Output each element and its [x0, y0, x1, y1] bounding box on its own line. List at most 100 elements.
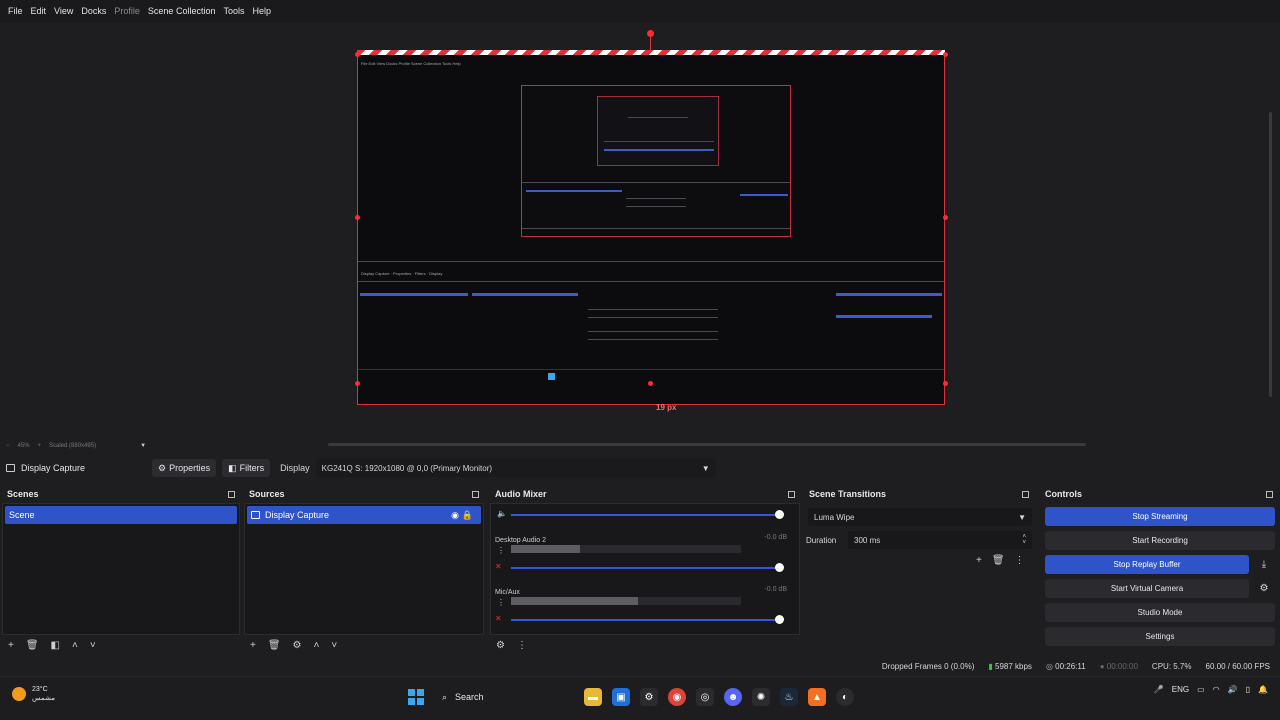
- move-up-icon[interactable]: ˄: [314, 640, 320, 651]
- vertical-scrollbar[interactable]: [1269, 112, 1272, 397]
- resize-handle[interactable]: [355, 215, 360, 220]
- chrome-icon[interactable]: ◉: [668, 688, 686, 706]
- undock-icon[interactable]: [1022, 490, 1029, 498]
- discord-icon[interactable]: ☻: [724, 688, 742, 706]
- scene-item[interactable]: Scene: [5, 506, 237, 524]
- volume-knob[interactable]: [775, 510, 784, 519]
- source-item[interactable]: Display Capture ◉ 🔒: [247, 506, 481, 524]
- language-indicator[interactable]: ENG: [1172, 685, 1189, 694]
- taskbar: 23°C مشمس ⌕ Search ▬ ▣ ⚙ ◉ ◎ ☻ ✺ ♨ ▲ ◐ 🎤…: [0, 676, 1280, 720]
- scenes-list: Scene: [2, 503, 240, 635]
- speaker-icon[interactable]: 🔈: [497, 509, 507, 518]
- windows-start-icon[interactable]: [408, 689, 424, 705]
- store-icon[interactable]: ▣: [612, 688, 630, 706]
- resize-handle[interactable]: [943, 381, 948, 386]
- battery-icon[interactable]: ▯: [1246, 685, 1250, 694]
- mute-icon[interactable]: ✕: [495, 614, 504, 623]
- menu-tools[interactable]: Tools: [219, 0, 248, 22]
- transitions-title-bar: Scene Transitions: [804, 487, 1034, 501]
- transition-select[interactable]: Luma Wipe ▼: [808, 508, 1032, 526]
- monitor-icon[interactable]: ▭: [1197, 685, 1205, 694]
- volume-slider[interactable]: [511, 514, 781, 516]
- preview-canvas[interactable]: File Edit View Docks Profile Scene Colle…: [0, 22, 1280, 440]
- resize-handle[interactable]: [648, 381, 653, 386]
- app-icon[interactable]: ✺: [752, 688, 770, 706]
- menu-docks[interactable]: Docks: [77, 0, 110, 22]
- filter-icon[interactable]: ◧: [51, 640, 60, 651]
- filters-button[interactable]: ◧ Filters: [222, 459, 271, 477]
- trash-icon[interactable]: 🗑: [992, 555, 1005, 566]
- gear-icon[interactable]: ⚙: [293, 640, 302, 651]
- menu-edit[interactable]: Edit: [27, 0, 51, 22]
- display-select[interactable]: KG241Q S: 1920x1080 @ 0,0 (Primary Monit…: [315, 459, 716, 477]
- add-icon[interactable]: +: [250, 640, 256, 651]
- mute-icon[interactable]: ✕: [495, 562, 504, 571]
- resize-handle[interactable]: [355, 381, 360, 386]
- add-icon[interactable]: +: [8, 640, 14, 651]
- undock-icon[interactable]: [788, 490, 795, 498]
- zoom-minus-icon[interactable]: −: [6, 443, 10, 449]
- zoom-plus-icon[interactable]: +: [38, 443, 42, 449]
- kebab-icon[interactable]: ⋮: [497, 546, 505, 555]
- stop-replay-buffer-button[interactable]: Stop Replay Buffer: [1045, 555, 1249, 574]
- volume-knob[interactable]: [775, 615, 784, 624]
- source-preview-frame[interactable]: File Edit View Docks Profile Scene Colle…: [357, 50, 945, 405]
- app-icon[interactable]: ▲: [808, 688, 826, 706]
- volume-knob[interactable]: [775, 563, 784, 572]
- move-down-icon[interactable]: ˅: [331, 640, 337, 651]
- stop-streaming-button[interactable]: Stop Streaming: [1045, 507, 1275, 526]
- settings-button[interactable]: Settings: [1045, 627, 1275, 646]
- chevron-down-icon[interactable]: ▼: [140, 443, 146, 449]
- resize-handle[interactable]: [943, 215, 948, 220]
- bitrate: ▮ 5987 kbps: [988, 662, 1032, 671]
- start-recording-button[interactable]: Start Recording: [1045, 531, 1275, 550]
- lock-icon[interactable]: 🔒: [462, 510, 473, 521]
- notification-icon[interactable]: 🔔: [1258, 685, 1268, 694]
- move-up-icon[interactable]: ˄: [72, 640, 78, 651]
- move-down-icon[interactable]: ˅: [90, 640, 96, 651]
- taskbar-search[interactable]: ⌕ Search: [434, 685, 574, 709]
- add-icon[interactable]: +: [976, 555, 982, 566]
- volume-slider[interactable]: [511, 567, 777, 569]
- controls-dock: Controls Stop Streaming Start Recording …: [1040, 487, 1278, 655]
- measure-label: 19 px: [656, 403, 677, 412]
- start-virtual-camera-button[interactable]: Start Virtual Camera: [1045, 579, 1249, 598]
- properties-button[interactable]: ⚙ Properties: [152, 459, 217, 477]
- network-icon[interactable]: ◠: [1213, 685, 1220, 694]
- horizontal-scrollbar[interactable]: [328, 443, 1086, 446]
- microphone-icon[interactable]: 🎤: [1154, 685, 1164, 694]
- volume-icon[interactable]: 🔊: [1228, 685, 1238, 694]
- rotation-handle[interactable]: [647, 30, 654, 37]
- undock-icon[interactable]: [1266, 490, 1273, 498]
- kebab-icon[interactable]: ⋮: [1015, 555, 1025, 566]
- menu-help[interactable]: Help: [248, 0, 275, 22]
- studio-mode-button[interactable]: Studio Mode: [1045, 603, 1275, 622]
- scenes-title-bar: Scenes: [2, 487, 240, 501]
- obs-icon[interactable]: ◎: [696, 688, 714, 706]
- volume-slider[interactable]: [511, 619, 777, 621]
- settings-app-icon[interactable]: ⚙: [640, 688, 658, 706]
- app-icon[interactable]: ◐: [836, 688, 854, 706]
- kebab-icon[interactable]: ⋮: [517, 640, 527, 651]
- menu-profile[interactable]: Profile: [110, 0, 144, 22]
- gear-icon[interactable]: ⚙: [1255, 579, 1273, 598]
- resize-handle[interactable]: [355, 52, 360, 57]
- trash-icon[interactable]: 🗑: [26, 640, 39, 651]
- save-replay-icon[interactable]: ⤓: [1255, 555, 1273, 574]
- trash-icon[interactable]: 🗑: [268, 640, 281, 651]
- undock-icon[interactable]: [228, 490, 235, 498]
- menu-view[interactable]: View: [50, 0, 77, 22]
- gear-icon[interactable]: ⚙: [496, 640, 505, 651]
- scale-label: Scaled (880x495): [49, 443, 97, 449]
- stepper-icon[interactable]: ˄ ˅: [1022, 534, 1026, 546]
- file-explorer-icon[interactable]: ▬: [584, 688, 602, 706]
- weather-widget[interactable]: 23°C مشمس: [12, 685, 55, 703]
- duration-input[interactable]: 300 ms ˄ ˅: [848, 531, 1032, 549]
- steam-icon[interactable]: ♨: [780, 688, 798, 706]
- undock-icon[interactable]: [472, 490, 479, 498]
- kebab-icon[interactable]: ⋮: [497, 598, 505, 607]
- resize-handle[interactable]: [943, 52, 948, 57]
- eye-icon[interactable]: ◉: [451, 510, 459, 521]
- menu-scene-collection[interactable]: Scene Collection: [144, 0, 220, 22]
- menu-file[interactable]: File: [4, 0, 27, 22]
